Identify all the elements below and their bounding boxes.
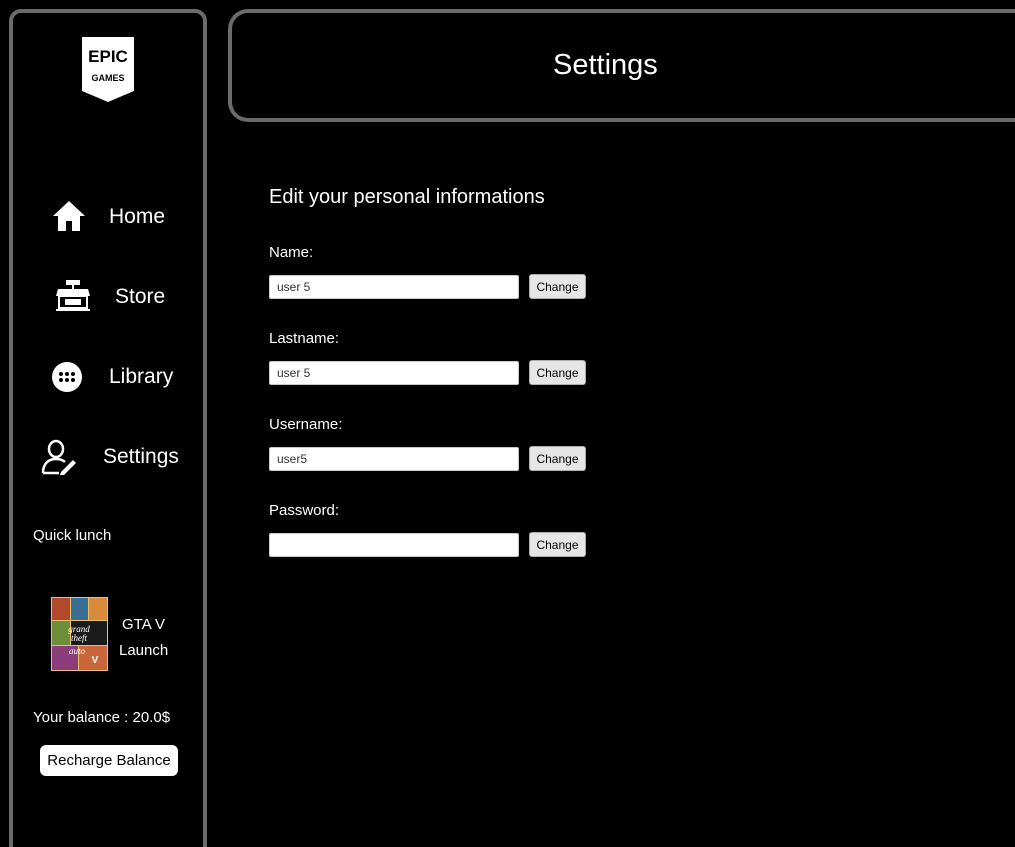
lastname-input[interactable] [269, 361, 519, 385]
epic-games-logo: EPIC GAMES [82, 37, 134, 102]
settings-user-icon [41, 439, 76, 475]
change-username-button[interactable]: Change [529, 446, 586, 471]
nav-store[interactable]: Store [13, 273, 203, 323]
header: Settings [228, 9, 1015, 122]
balance-text: Your balance : 20.0$ [33, 709, 171, 726]
nav-home[interactable]: Home [13, 193, 203, 243]
lastname-label: Lastname: [269, 330, 340, 347]
svg-text:V: V [92, 655, 99, 666]
library-icon [52, 362, 82, 392]
nav-settings[interactable]: Settings [13, 433, 203, 483]
nav-library-label: Library [109, 365, 174, 388]
password-input[interactable] [269, 533, 519, 557]
game-cover-image[interactable]: grand theft auto V [51, 597, 108, 671]
name-label: Name: [269, 244, 314, 261]
game-launch-button[interactable]: Launch [119, 642, 168, 659]
section-title: Edit your personal informations [269, 186, 545, 208]
quick-launch-label: Quick lunch [33, 527, 112, 544]
store-icon [56, 280, 90, 311]
svg-text:EPIC: EPIC [88, 47, 128, 66]
username-label: Username: [269, 416, 343, 433]
nav-library[interactable]: Library [13, 353, 203, 403]
game-title: GTA V [122, 616, 166, 633]
change-lastname-button[interactable]: Change [529, 360, 586, 385]
svg-text:theft: theft [71, 633, 87, 643]
password-label: Password: [269, 502, 340, 519]
nav-settings-label: Settings [103, 445, 179, 468]
page-title: Settings [553, 49, 658, 81]
nav-home-label: Home [109, 205, 166, 228]
change-password-button[interactable]: Change [529, 532, 586, 557]
recharge-balance-button[interactable]: Recharge Balance [40, 745, 178, 776]
nav-store-label: Store [115, 285, 166, 308]
name-input[interactable] [269, 275, 519, 299]
svg-text:GAMES: GAMES [91, 73, 124, 83]
sidebar: EPIC GAMES Home Store Library Settings Q… [9, 9, 207, 847]
svg-text:auto: auto [69, 646, 86, 656]
home-icon [53, 201, 85, 231]
change-name-button[interactable]: Change [529, 274, 586, 299]
username-input[interactable] [269, 447, 519, 471]
